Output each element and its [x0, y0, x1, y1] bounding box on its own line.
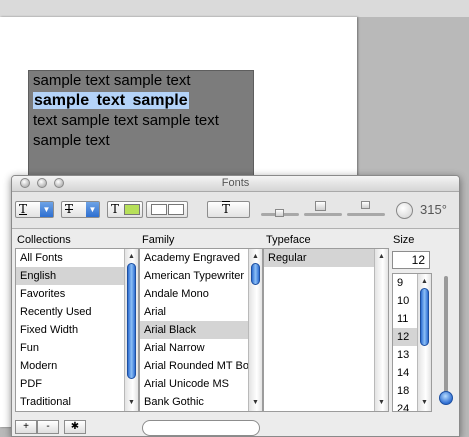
size-scrollbar[interactable]: ▲ ▼ [417, 274, 431, 411]
shadow-blur-slider[interactable] [304, 213, 342, 216]
fonts-panel: Fonts T ▼ T ▼ T T 315° Collections Famil… [11, 175, 460, 437]
underline-icon: T [19, 202, 28, 216]
sample-line-3[interactable]: text sample text sample text [33, 111, 249, 131]
collections-header: Collections [17, 234, 71, 246]
font-search-input[interactable] [142, 420, 260, 436]
collections-scrollbar[interactable]: ▲ ▼ [124, 249, 138, 411]
sample-line-1[interactable]: sample text sample text [33, 71, 249, 91]
family-scrollbar[interactable]: ▲ ▼ [248, 249, 262, 411]
collection-item-selected[interactable]: English [16, 267, 138, 285]
scroll-down-icon[interactable]: ▼ [125, 397, 138, 409]
collections-list[interactable]: All Fonts English Favorites Recently Use… [15, 248, 139, 412]
shadow-toggle-button[interactable]: T [207, 201, 250, 218]
chevron-down-icon: ▼ [86, 202, 99, 217]
doc-color-swatch-left [151, 204, 167, 215]
strikethrough-icon: T [65, 202, 74, 216]
family-header: Family [142, 234, 175, 246]
underline-popup-button[interactable]: T ▼ [15, 201, 54, 218]
shadow-offset-knob[interactable] [361, 201, 370, 209]
scroll-up-icon[interactable]: ▲ [249, 251, 262, 263]
scroll-down-icon[interactable]: ▼ [375, 397, 388, 409]
action-gear-button[interactable]: ✱ [64, 420, 86, 434]
family-item[interactable]: Bank Gothic [140, 393, 262, 411]
collection-item[interactable]: Fun [16, 339, 138, 357]
family-item[interactable]: Arial Narrow [140, 339, 262, 357]
shadow-blur-knob[interactable] [315, 201, 326, 211]
collection-item[interactable]: Modern [16, 357, 138, 375]
doc-color-swatch-right [168, 204, 184, 215]
text-color-swatch [124, 204, 140, 215]
sample-line-selected[interactable]: sample text sample [33, 91, 249, 111]
family-item[interactable]: Arial Rounded MT Bold [140, 357, 262, 375]
family-item[interactable]: Arial [140, 303, 262, 321]
typeface-scrollbar[interactable]: ▲ ▼ [374, 249, 388, 411]
scroll-up-icon[interactable]: ▲ [125, 251, 138, 263]
typeface-item-selected[interactable]: Regular [264, 249, 388, 267]
collection-item[interactable]: Recently Used [16, 303, 138, 321]
shadow-angle-value: 315° [420, 202, 447, 217]
title-bar[interactable]: Fonts [12, 176, 459, 192]
chevron-down-icon: ▼ [40, 202, 53, 217]
size-input[interactable]: 12 [392, 251, 430, 269]
sample-line-4[interactable]: sample text [33, 131, 249, 151]
remove-collection-button[interactable]: - [37, 420, 59, 434]
text-color-button[interactable]: T [107, 201, 143, 218]
add-collection-button[interactable]: + [15, 420, 37, 434]
collections-scroll-thumb[interactable] [127, 263, 136, 379]
family-item[interactable]: Andale Mono [140, 285, 262, 303]
shadow-icon: T [222, 202, 231, 216]
size-slider[interactable] [444, 276, 448, 404]
collection-item[interactable]: Favorites [16, 285, 138, 303]
family-item[interactable]: Arial Unicode MS [140, 375, 262, 393]
fonts-toolbar: T ▼ T ▼ T T 315° [12, 192, 459, 229]
collection-item[interactable]: PDF [16, 375, 138, 393]
scroll-up-icon[interactable]: ▲ [375, 251, 388, 263]
family-item[interactable]: American Typewriter [140, 267, 262, 285]
text-color-icon: T [111, 202, 120, 216]
window-top-strip [0, 0, 469, 17]
strikethrough-popup-button[interactable]: T ▼ [61, 201, 100, 218]
shadow-offset-slider[interactable] [347, 213, 385, 216]
family-item[interactable]: Academy Engraved [140, 249, 262, 267]
collection-item[interactable]: Fixed Width [16, 321, 138, 339]
window-title: Fonts [221, 177, 250, 189]
document-color-button[interactable] [146, 201, 188, 218]
family-item-selected[interactable]: Arial Black [140, 321, 262, 339]
size-scroll-thumb[interactable] [420, 288, 429, 346]
scroll-down-icon[interactable]: ▼ [249, 397, 262, 409]
size-slider-knob[interactable] [439, 391, 453, 405]
scroll-up-icon[interactable]: ▲ [418, 276, 431, 288]
typeface-list[interactable]: Regular ▲ ▼ [263, 248, 389, 412]
shadow-opacity-knob[interactable] [275, 209, 284, 217]
family-list[interactable]: Academy Engraved American Typewriter And… [139, 248, 263, 412]
shadow-angle-dial[interactable] [396, 202, 413, 219]
collection-item[interactable]: All Fonts [16, 249, 138, 267]
panel-bottom-bar: + - ✱ [12, 414, 459, 436]
collection-item[interactable]: Traditional [16, 393, 138, 411]
typeface-header: Typeface [266, 234, 311, 246]
scroll-down-icon[interactable]: ▼ [418, 397, 431, 409]
selected-text[interactable]: sample text sample [33, 92, 189, 109]
size-header: Size [393, 234, 415, 246]
size-list[interactable]: 9 10 11 12 13 14 18 24 ▲ ▼ [392, 273, 432, 412]
family-scroll-thumb[interactable] [251, 263, 260, 285]
